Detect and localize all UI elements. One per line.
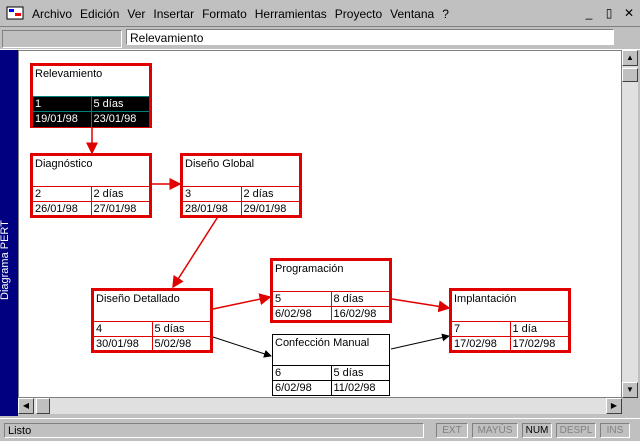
node-start: 30/01/98 [94, 337, 153, 352]
node-finish: 27/01/98 [93, 203, 137, 215]
node-duration: 5 días [93, 98, 124, 110]
pert-node-confeccion-manual[interactable]: Confección Manual 65 días 6/02/98 11/02/9… [272, 334, 390, 396]
node-start: 17/02/98 [452, 337, 511, 352]
horizontal-scrollbar[interactable]: ◀ ▶ [18, 398, 622, 414]
entry-bar: Relevamiento [0, 26, 640, 50]
arrow-4-6 [212, 336, 272, 358]
node-duration: 5 días [333, 367, 364, 379]
menu-bar: Archivo Edición Ver Insertar Formato Her… [0, 0, 640, 26]
indicator-num: NUM [522, 423, 552, 438]
node-name: Relevamiento [35, 68, 103, 80]
menu-help[interactable]: ? [442, 7, 449, 21]
menu-formato[interactable]: Formato [202, 7, 247, 21]
minimize-button[interactable]: _ [582, 6, 596, 20]
menu-insertar[interactable]: Insertar [153, 7, 194, 21]
vertical-scroll-thumb[interactable] [622, 68, 638, 82]
node-duration: 8 días [333, 293, 364, 305]
arrow-5-7 [391, 298, 451, 313]
menu-ventana[interactable]: Ventana [390, 7, 434, 21]
node-name: Implantación [454, 293, 517, 305]
indicator-ins: INS [600, 423, 630, 438]
status-bar: Listo EXT MAYÚS NUM DESPL INS [0, 418, 640, 441]
indicator-ext: EXT [436, 423, 468, 438]
node-id: 5 [273, 292, 332, 307]
node-finish: 5/02/98 [154, 338, 192, 350]
pert-node-relevamiento[interactable]: Relevamiento 15 días 19/01/98 23/01/98 [30, 63, 152, 128]
view-bar: Diagrama PERT [0, 50, 18, 416]
entry-name-box [2, 30, 122, 48]
node-name: Diagnóstico [35, 158, 93, 170]
node-start: 26/01/98 [33, 202, 92, 217]
menu-archivo[interactable]: Archivo [32, 7, 72, 21]
horizontal-scroll-thumb[interactable] [36, 398, 50, 414]
node-finish: 11/02/98 [333, 382, 376, 394]
restore-button[interactable]: ▯ [602, 6, 616, 20]
node-name: Programación [275, 263, 344, 275]
node-id: 3 [183, 187, 242, 202]
pert-node-programacion[interactable]: Programación 58 días 6/02/98 16/02/98 [270, 258, 392, 323]
pert-node-diseno-detallado[interactable]: Diseño Detallado 45 días 30/01/98 5/02/98 [91, 288, 213, 353]
arrow-6-7 [390, 333, 450, 350]
node-finish: 29/01/98 [243, 203, 287, 215]
task-entry-field[interactable]: Relevamiento [126, 29, 614, 45]
arrow-3-4 [172, 214, 220, 289]
view-label: Diagrama PERT [0, 220, 11, 300]
indicator-mayus: MAYÚS [472, 423, 518, 438]
node-name: Diseño Detallado [96, 293, 180, 305]
menu-ver[interactable]: Ver [127, 7, 145, 21]
node-duration: 1 día [512, 323, 537, 335]
node-name: Diseño Global [185, 158, 255, 170]
node-finish: 17/02/98 [512, 338, 556, 350]
node-id: 4 [94, 322, 153, 337]
node-start: 6/02/98 [273, 307, 332, 322]
arrow-4-5 [212, 293, 272, 310]
scroll-left-button[interactable]: ◀ [18, 398, 34, 414]
scroll-down-button[interactable]: ▼ [622, 382, 638, 398]
pert-node-implantacion[interactable]: Implantación 71 día 17/02/98 17/02/98 [449, 288, 571, 353]
node-name: Confección Manual [275, 337, 370, 349]
close-button[interactable]: ✕ [622, 6, 636, 20]
status-text: Listo [4, 423, 424, 438]
pert-node-diseno-global[interactable]: Diseño Global 32 días 28/01/98 29/01/98 [180, 153, 302, 218]
project-app-icon[interactable] [6, 5, 24, 21]
node-id: 1 [33, 97, 92, 112]
menu-proyecto[interactable]: Proyecto [335, 7, 382, 21]
node-finish: 23/01/98 [93, 113, 137, 125]
node-id: 7 [452, 322, 511, 337]
node-start: 28/01/98 [183, 202, 242, 217]
node-id: 6 [273, 366, 332, 381]
vertical-scrollbar[interactable]: ▲ ▼ [622, 50, 638, 398]
scroll-up-button[interactable]: ▲ [622, 50, 638, 66]
menu-edicion[interactable]: Edición [80, 7, 119, 21]
node-finish: 16/02/98 [333, 308, 377, 320]
pert-canvas[interactable]: Relevamiento 15 días 19/01/98 23/01/98 Di… [18, 50, 622, 398]
scroll-right-button[interactable]: ▶ [606, 398, 622, 414]
node-duration: 5 días [154, 323, 185, 335]
indicator-despl: DESPL [556, 423, 596, 438]
node-start: 6/02/98 [273, 381, 332, 396]
pert-node-diagnostico[interactable]: Diagnóstico 22 días 26/01/98 27/01/98 [30, 153, 152, 218]
node-id: 2 [33, 187, 92, 202]
menu-herramientas[interactable]: Herramientas [255, 7, 327, 21]
node-start: 19/01/98 [33, 112, 92, 127]
node-duration: 2 días [93, 188, 124, 200]
node-duration: 2 días [243, 188, 274, 200]
